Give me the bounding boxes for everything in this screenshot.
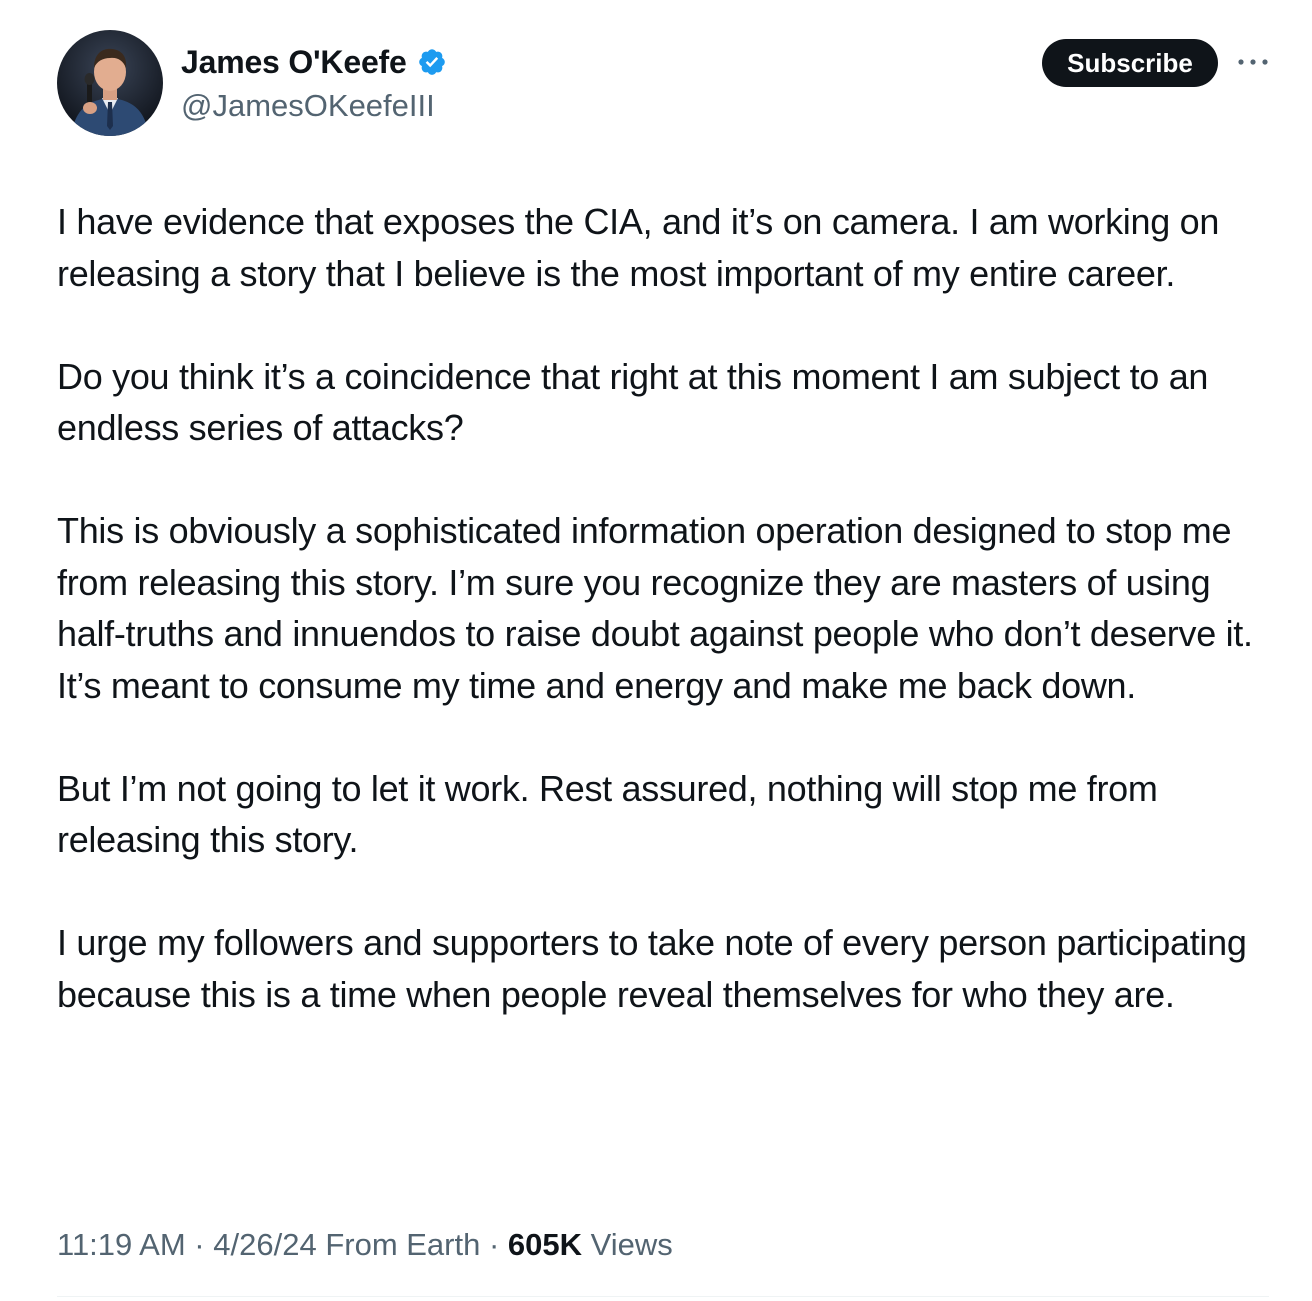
tweet-paragraph: I have evidence that exposes the CIA, an… — [57, 201, 1220, 294]
tweet-paragraph: But I’m not going to let it work. Rest a… — [57, 767, 1158, 861]
tweet-time[interactable]: 11:19 AM — [57, 1227, 186, 1262]
author-block: James O'Keefe @JamesOKeefeIII — [181, 42, 447, 126]
tweet-paragraph: Do you think it’s a coincidence that rig… — [57, 355, 1209, 449]
verified-badge-icon[interactable] — [417, 47, 447, 77]
more-options-icon[interactable] — [1235, 50, 1271, 74]
avatar[interactable] — [57, 30, 163, 136]
tweet-header: James O'Keefe @JamesOKeefeIII Subscribe — [57, 30, 1277, 138]
tweet-metadata: 11:19 AM · 4/26/24 From Earth · 605K Vie… — [57, 1223, 673, 1267]
tweet-paragraph: This is obviously a sophisticated inform… — [57, 510, 1253, 706]
views-count[interactable]: 605K — [508, 1227, 582, 1262]
meta-separator: · — [480, 1227, 508, 1262]
tweet-date[interactable]: 4/26/24 — [213, 1227, 316, 1262]
tweet-text: I have evidence that exposes the CIA, an… — [57, 196, 1277, 1020]
views-label[interactable]: Views — [591, 1227, 673, 1262]
name-row: James O'Keefe — [181, 42, 447, 82]
subscribe-button[interactable]: Subscribe — [1042, 39, 1218, 87]
display-name[interactable]: James O'Keefe — [181, 42, 407, 82]
author-handle[interactable]: @JamesOKeefeIII — [181, 86, 447, 126]
profile-photo-icon — [57, 30, 163, 136]
tweet-source: From Earth — [325, 1227, 481, 1262]
meta-separator: · — [185, 1227, 214, 1262]
divider — [57, 1296, 1269, 1297]
tweet-paragraph: I urge my followers and supporters to ta… — [57, 922, 1247, 1015]
